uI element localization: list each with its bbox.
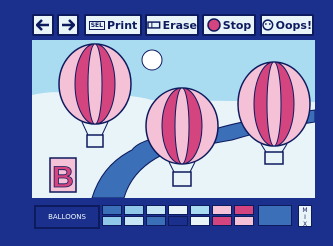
erase-button[interactable]: Erase (145, 14, 199, 36)
swatch-6[interactable] (212, 205, 232, 215)
arrow-right-icon (62, 19, 75, 31)
arrow-left-icon (36, 19, 49, 31)
swatch-1[interactable] (102, 205, 122, 215)
stop-label: Stop (222, 18, 252, 32)
swatch-5[interactable] (190, 205, 210, 215)
swatch-3[interactable] (146, 205, 166, 215)
drawing-canvas[interactable]: B (32, 40, 315, 198)
forward-button[interactable] (57, 14, 79, 36)
balloon-scene: B (32, 43, 315, 198)
swatch-8[interactable] (102, 216, 122, 226)
mix-label: M I X (302, 207, 308, 228)
mix-button[interactable]: M I X (298, 205, 312, 228)
swatch-4[interactable] (168, 205, 188, 215)
screen: SEL Print Erase Stop Oops! B BALLOONS M … (0, 0, 333, 246)
swatch-11[interactable] (168, 216, 188, 226)
letter-b: B (52, 161, 74, 194)
toolbar: SEL Print Erase Stop Oops! (32, 10, 316, 40)
swatch-12[interactable] (190, 216, 210, 226)
print-label: Print (106, 18, 138, 32)
oops-label: Oops! (275, 18, 312, 32)
swatch-2[interactable] (124, 205, 144, 215)
color-palette: BALLOONS M I X (30, 203, 318, 231)
erase-label: Erase (162, 18, 197, 32)
back-button[interactable] (32, 14, 54, 36)
stop-button[interactable]: Stop (202, 14, 256, 36)
sun (141, 49, 163, 71)
letter-b-block: B (49, 157, 77, 194)
current-color-swatch (258, 205, 292, 226)
swatch-13[interactable] (212, 216, 232, 226)
swatch-10[interactable] (146, 216, 166, 226)
oops-button[interactable]: Oops! (260, 14, 314, 36)
stop-icon (206, 18, 221, 32)
eraser-icon (147, 21, 161, 29)
swatch-14[interactable] (234, 216, 254, 226)
swatch-7[interactable] (234, 205, 254, 215)
print-button[interactable]: SEL Print (84, 14, 142, 36)
picture-name: BALLOONS (34, 205, 100, 229)
face-icon (262, 19, 274, 31)
swatch-9[interactable] (124, 216, 144, 226)
sel-tag: SEL (88, 20, 105, 30)
